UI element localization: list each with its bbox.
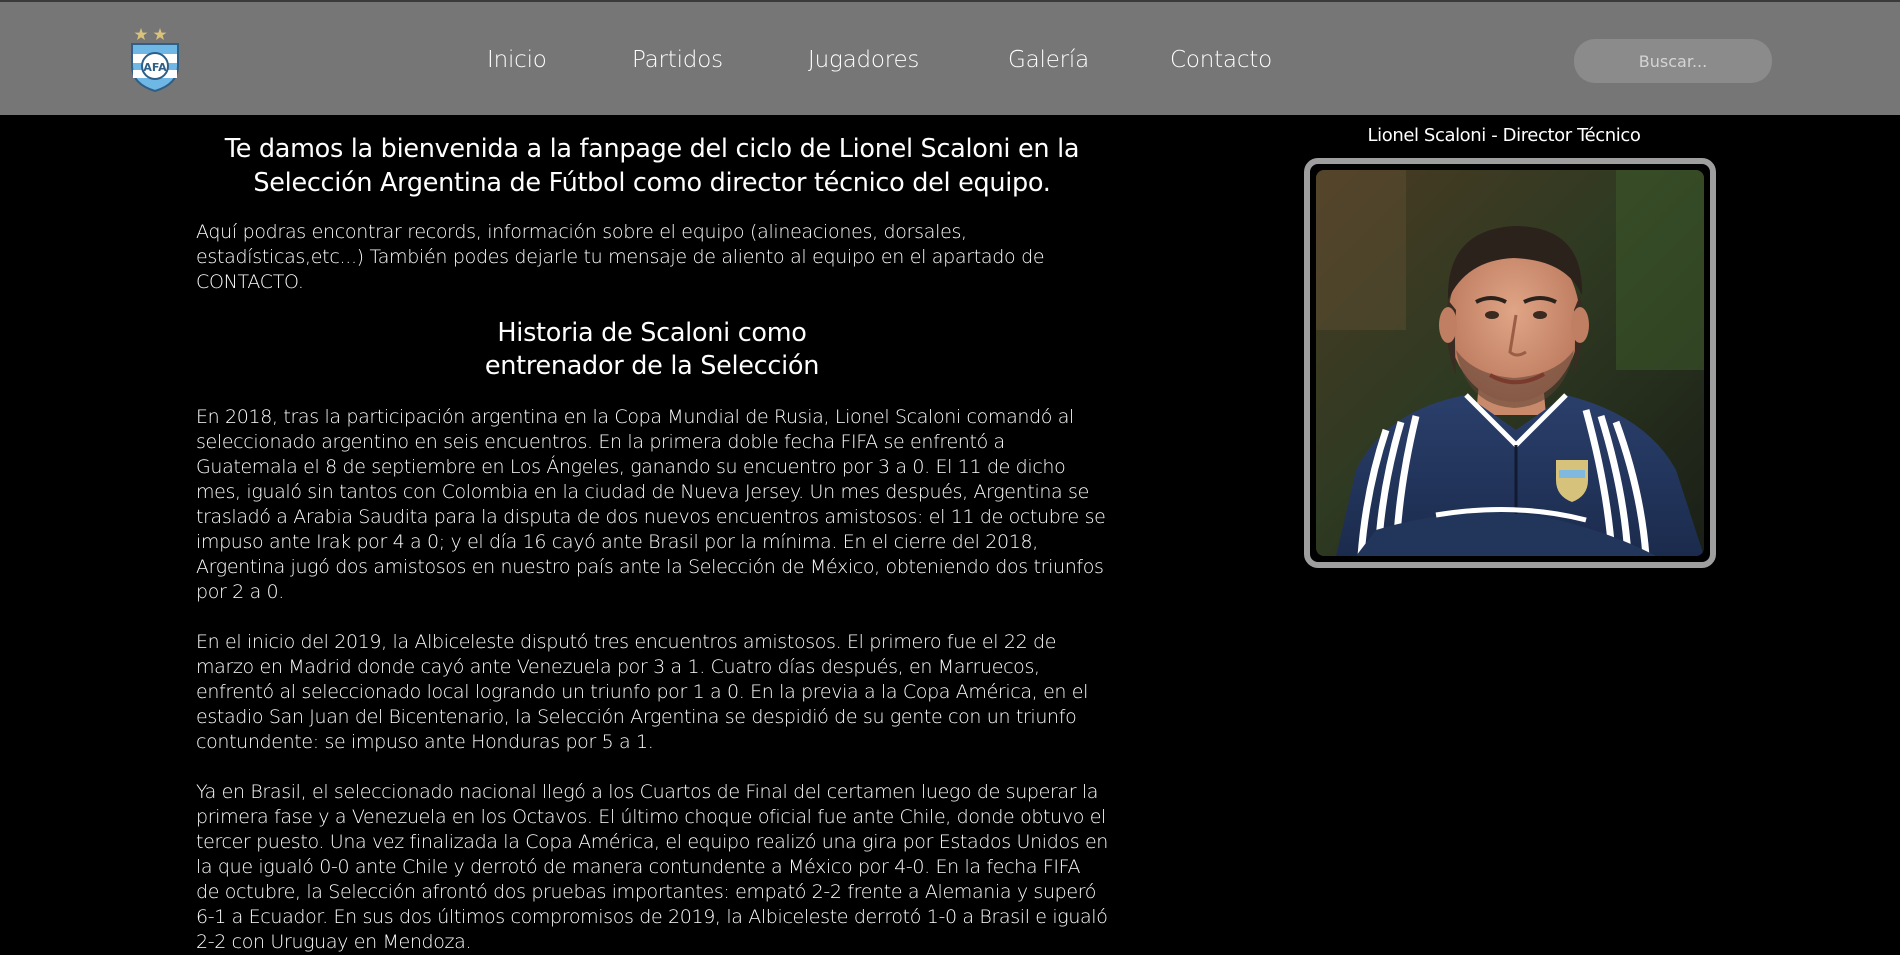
history-paragraph-2019: En el inicio del 2019, la Albiceleste di… [196,631,1089,753]
nav-link-contacto[interactable]: Contacto [1170,47,1272,73]
search-input[interactable] [1574,39,1772,83]
nav-link-partidos[interactable]: Partidos [632,47,723,73]
welcome-heading: Te damos la bienvenida a la fanpage del … [224,134,1080,198]
nav-link-jugadores[interactable]: Jugadores [808,47,919,73]
nav-link-inicio[interactable]: Inicio [487,47,547,73]
coach-portrait-illustration [1316,170,1704,556]
nav-link-galeria[interactable]: Galería [1008,47,1089,73]
coach-photo-frame [1304,158,1716,568]
coach-sidebar: Lionel Scaloni - Director Técnico [1304,124,1716,568]
history-heading-line1: Historia de Scaloni como [497,318,807,348]
history-paragraph-brasil: Ya en Brasil, el seleccionado nacional l… [196,781,1108,953]
main-content: Te damos la bienvenida a la fanpage del … [196,132,1108,955]
afa-crest-icon[interactable]: AFA [128,26,182,92]
coach-photo [1316,170,1704,556]
navbar: AFA Inicio Partidos Jugadores Galería Co… [0,2,1900,115]
intro-text: Aquí podras encontrar records, informaci… [196,221,1045,293]
history-heading: Historia de Scaloni como entrenador de l… [196,317,1108,383]
history-paragraph-2018: En 2018, tras la participación argentina… [196,406,1106,603]
svg-text:AFA: AFA [143,61,167,74]
coach-caption: Lionel Scaloni - Director Técnico [1367,125,1641,146]
history-heading-line2: entrenador de la Selección [484,351,820,381]
